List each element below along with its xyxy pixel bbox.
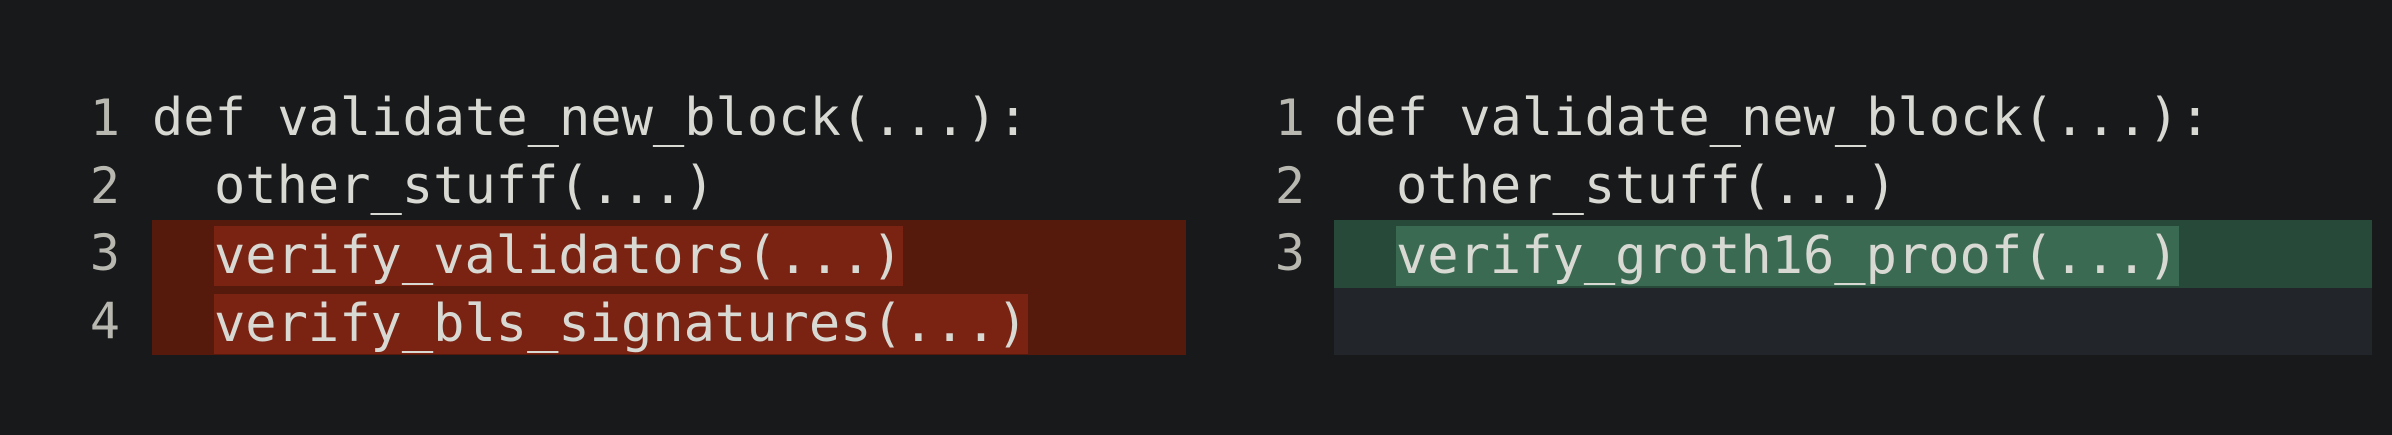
code-line-1: 1 def validate_new_block(...): bbox=[0, 85, 1186, 153]
line-number: 2 bbox=[89, 156, 120, 215]
line-number: 1 bbox=[89, 89, 120, 147]
deleted-code: verify_validators(...) bbox=[152, 220, 903, 288]
deleted-text-highlight: verify_validators(...) bbox=[214, 226, 903, 286]
line-number: 3 bbox=[89, 224, 120, 282]
line-number: 2 bbox=[1274, 156, 1305, 215]
code-text: def validate_new_block(...): bbox=[1334, 88, 2211, 148]
added-code: verify_groth16_proof(...) bbox=[1334, 220, 2179, 288]
code-text: other_stuff(...) bbox=[1396, 155, 1897, 216]
added-line-3: 3 verify_groth16_proof(...) bbox=[1180, 220, 2392, 288]
deleted-line-4: 4 verify_bls_signatures(...) bbox=[0, 287, 1186, 356]
deleted-text-highlight: verify_bls_signatures(...) bbox=[214, 293, 1028, 354]
empty-line-background bbox=[1334, 287, 2372, 355]
code-line-1: 1 def validate_new_block(...): bbox=[1180, 85, 2392, 153]
code-line-2: 2 other_stuff(...) bbox=[0, 153, 1186, 221]
deleted-line-3: 3 verify_validators(...) bbox=[0, 220, 1186, 288]
line-number: 1 bbox=[1274, 89, 1305, 147]
code-text: def validate_new_block(...): bbox=[152, 88, 1029, 148]
line-number: 3 bbox=[1274, 224, 1305, 282]
empty-placeholder-line bbox=[1180, 287, 2392, 355]
code-text: other_stuff(...) bbox=[214, 155, 715, 216]
diff-left-pane: 1 def validate_new_block(...): 2 other_s… bbox=[0, 85, 1186, 355]
line-number: 4 bbox=[89, 291, 120, 350]
added-text-highlight: verify_groth16_proof(...) bbox=[1396, 226, 2179, 286]
code-line-2: 2 other_stuff(...) bbox=[1180, 153, 2392, 221]
diff-right-pane: 1 def validate_new_block(...): 2 other_s… bbox=[1180, 85, 2392, 355]
deleted-code: verify_bls_signatures(...) bbox=[152, 288, 1028, 356]
